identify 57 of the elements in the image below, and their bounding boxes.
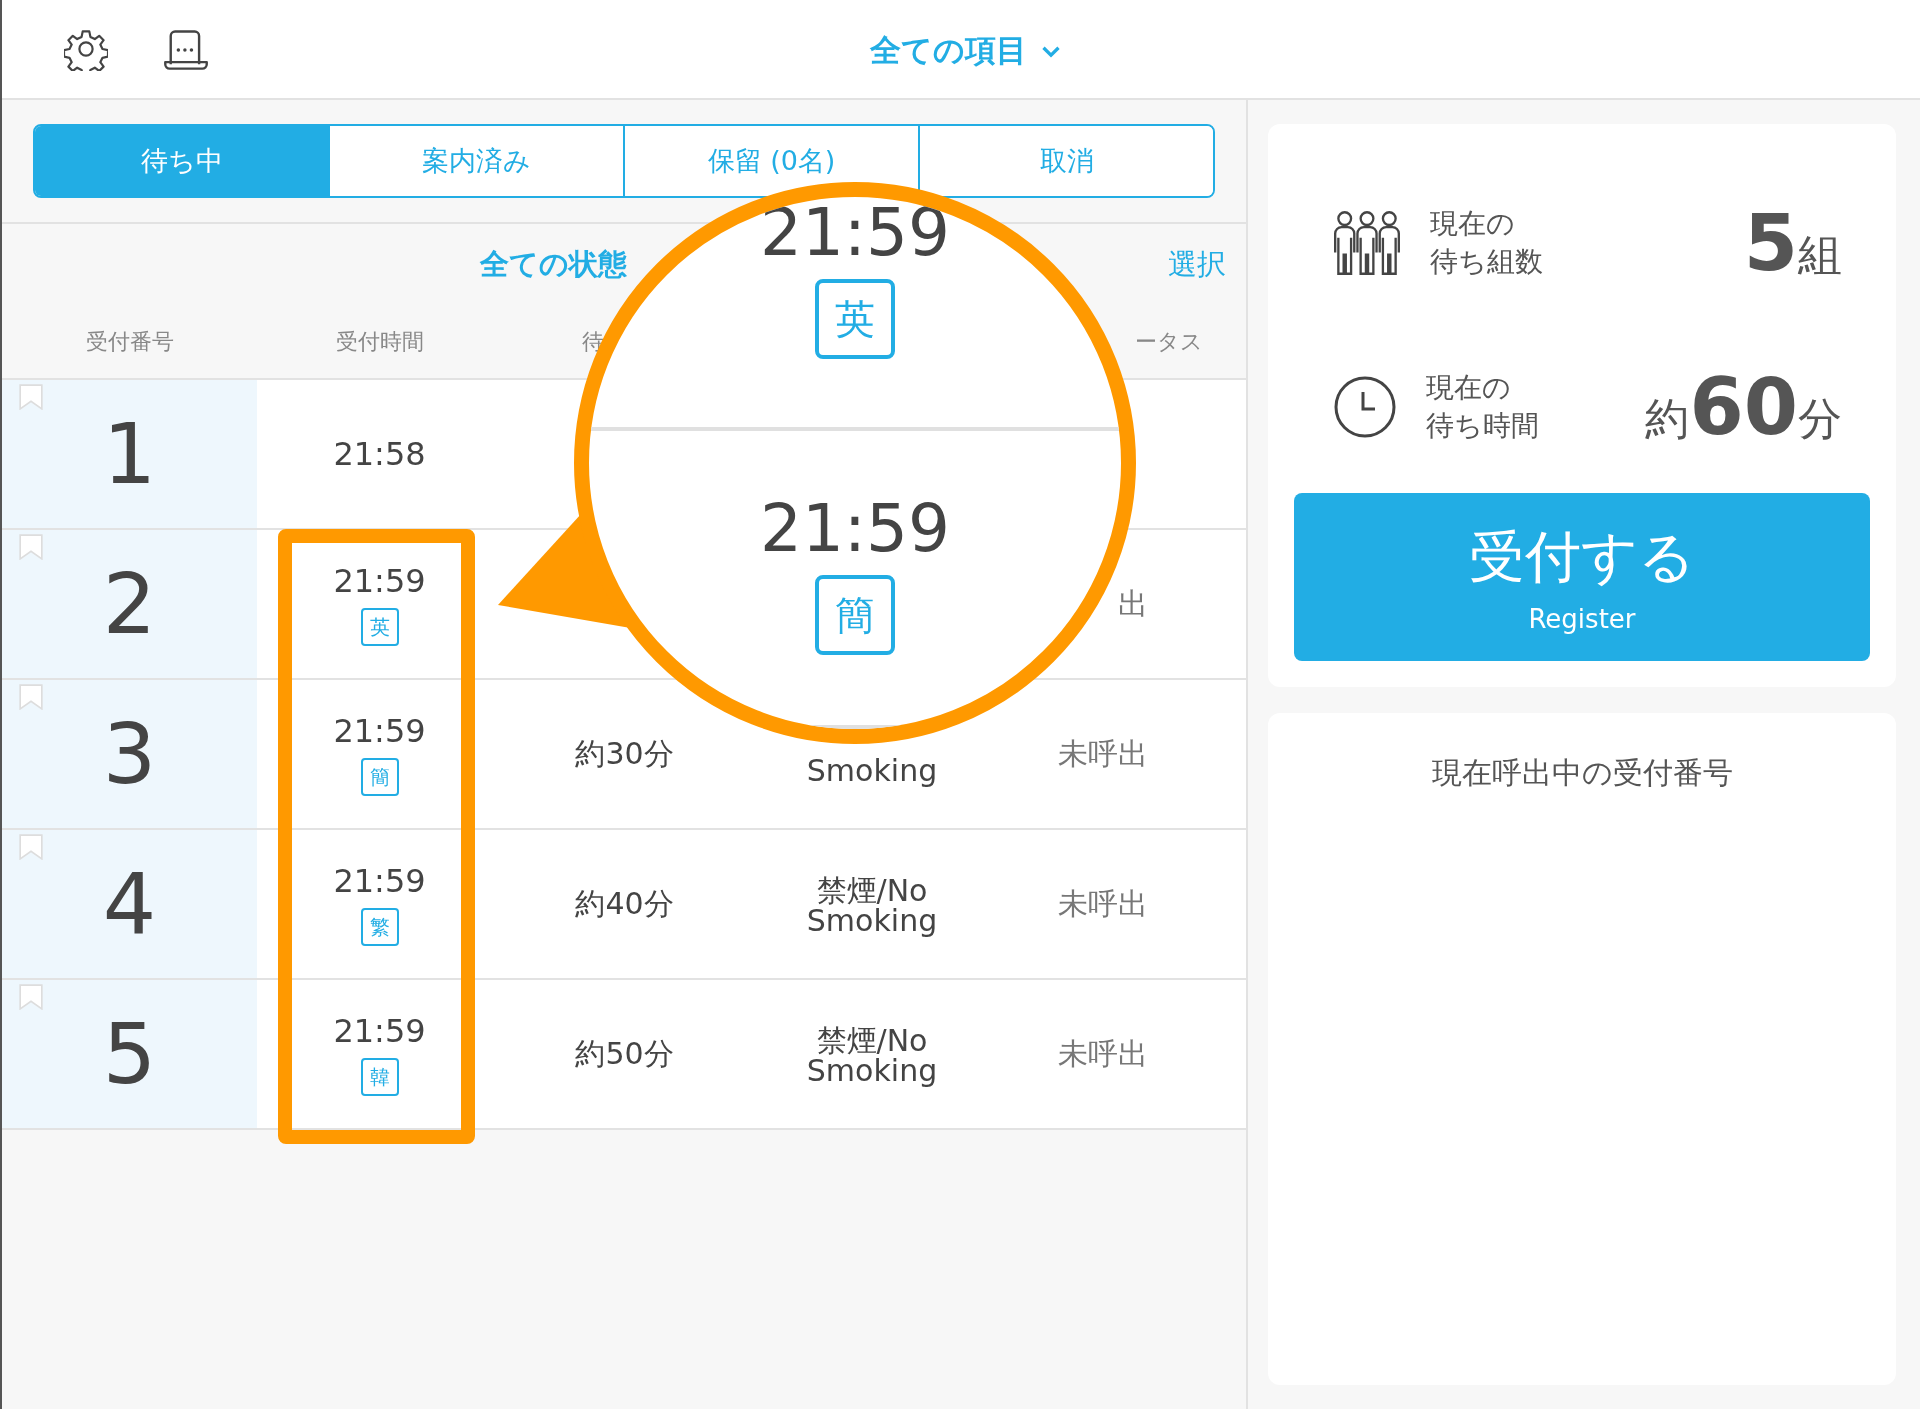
bookmark-icon[interactable]	[18, 834, 44, 860]
bookmark-icon[interactable]	[18, 534, 44, 560]
receipt-icon[interactable]	[162, 27, 210, 71]
magnified-time: 21:59	[759, 493, 951, 565]
seat-type: Smoking	[805, 756, 939, 786]
people-icon	[1332, 208, 1402, 278]
bookmark-icon[interactable]	[18, 384, 44, 410]
seat-type: 禁煙/No Smoking	[805, 1026, 939, 1086]
register-button[interactable]: 受付する Register	[1294, 493, 1870, 661]
value-prefix: 約	[1645, 392, 1690, 446]
stat-label: 現在の 待ち組数	[1430, 206, 1544, 280]
column-header: ータス	[1135, 328, 1203, 356]
language-tag: 簡	[360, 758, 399, 796]
stat-label: 現在の 待ち時間	[1426, 370, 1540, 444]
select-link[interactable]: 選択	[1168, 245, 1226, 285]
call-status: 出	[1118, 584, 1148, 623]
reception-time: 21:59	[333, 712, 426, 750]
seat-type: 禁煙/No Smoking	[805, 876, 939, 936]
reception-number: 3	[102, 705, 157, 803]
column-header: 受付時間	[335, 328, 424, 356]
chevron-down-icon	[1041, 44, 1061, 58]
tab[interactable]: 取消	[918, 126, 1213, 196]
clock-icon	[1332, 374, 1398, 440]
stat-value: 60	[1689, 362, 1798, 452]
wait-time: 約30分	[575, 734, 674, 773]
magnified-language-tag: 簡	[815, 575, 895, 655]
language-tag: 繁	[360, 908, 399, 946]
call-status: 未呼出	[1058, 1034, 1148, 1073]
settings-icon[interactable]	[64, 27, 108, 71]
call-status: 未呼出	[1058, 734, 1148, 773]
column-header: 待	[582, 328, 604, 356]
reception-time: 21:59	[333, 562, 426, 600]
reception-time: 21:59	[333, 1012, 426, 1050]
reception-number: 5	[102, 1005, 157, 1103]
tab[interactable]: 待ち中	[35, 126, 328, 196]
column-header: 受付番号	[85, 328, 174, 356]
bookmark-icon[interactable]	[18, 684, 44, 710]
magnified-time: 21:59	[759, 197, 951, 269]
reception-number: 4	[102, 855, 157, 953]
bookmark-icon[interactable]	[18, 984, 44, 1010]
tab[interactable]: 保留 (0名)	[623, 126, 918, 196]
reception-time: 21:58	[333, 435, 426, 473]
calling-title: 現在呼出中の受付番号	[1431, 754, 1733, 792]
call-status: 未呼出	[1058, 884, 1148, 923]
value-unit: 組	[1798, 228, 1842, 282]
stat-value: 5	[1743, 198, 1798, 288]
language-tag: 韓	[360, 1058, 399, 1096]
wait-time: 約50分	[575, 1034, 674, 1073]
category-dropdown[interactable]: 全ての項目	[870, 30, 1061, 72]
reception-number: 2	[102, 555, 157, 653]
tab[interactable]: 案内済み	[328, 126, 623, 196]
wait-time: 約40分	[575, 884, 674, 923]
reception-number: 1	[102, 405, 157, 503]
language-tag: 英	[360, 608, 399, 646]
value-unit: 分	[1798, 392, 1842, 446]
magnified-language-tag: 英	[815, 279, 895, 359]
reception-time: 21:59	[333, 862, 426, 900]
